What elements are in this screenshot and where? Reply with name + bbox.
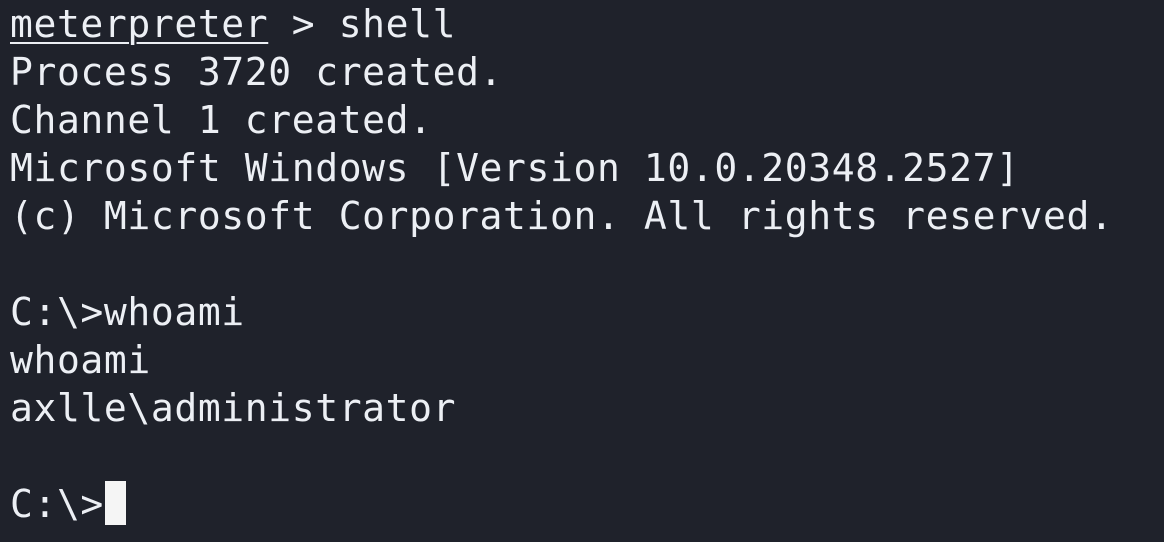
windows-version-line: Microsoft Windows [Version 10.0.20348.25… — [10, 146, 1020, 190]
prompt-separator: > — [268, 2, 339, 46]
shell-command: shell — [338, 2, 457, 46]
text-cursor[interactable] — [104, 481, 126, 525]
whoami-echo-line: whoami — [10, 338, 151, 382]
meterpreter-prompt: meterpreter — [10, 2, 269, 46]
current-prompt-line[interactable]: C:\> — [10, 480, 126, 528]
meterpreter-command-line: meterpreter > shell — [10, 0, 456, 48]
cmd-prompt: C:\> — [10, 482, 104, 526]
whoami-command-line: C:\>whoami — [10, 290, 245, 334]
process-created-line: Process 3720 created. — [10, 50, 504, 94]
terminal-window[interactable]: meterpreter > shell Process 3720 created… — [0, 0, 1164, 542]
copyright-line: (c) Microsoft Corporation. All rights re… — [10, 194, 1114, 238]
channel-created-line: Channel 1 created. — [10, 98, 433, 142]
whoami-output-line: axlle\administrator — [10, 386, 457, 430]
